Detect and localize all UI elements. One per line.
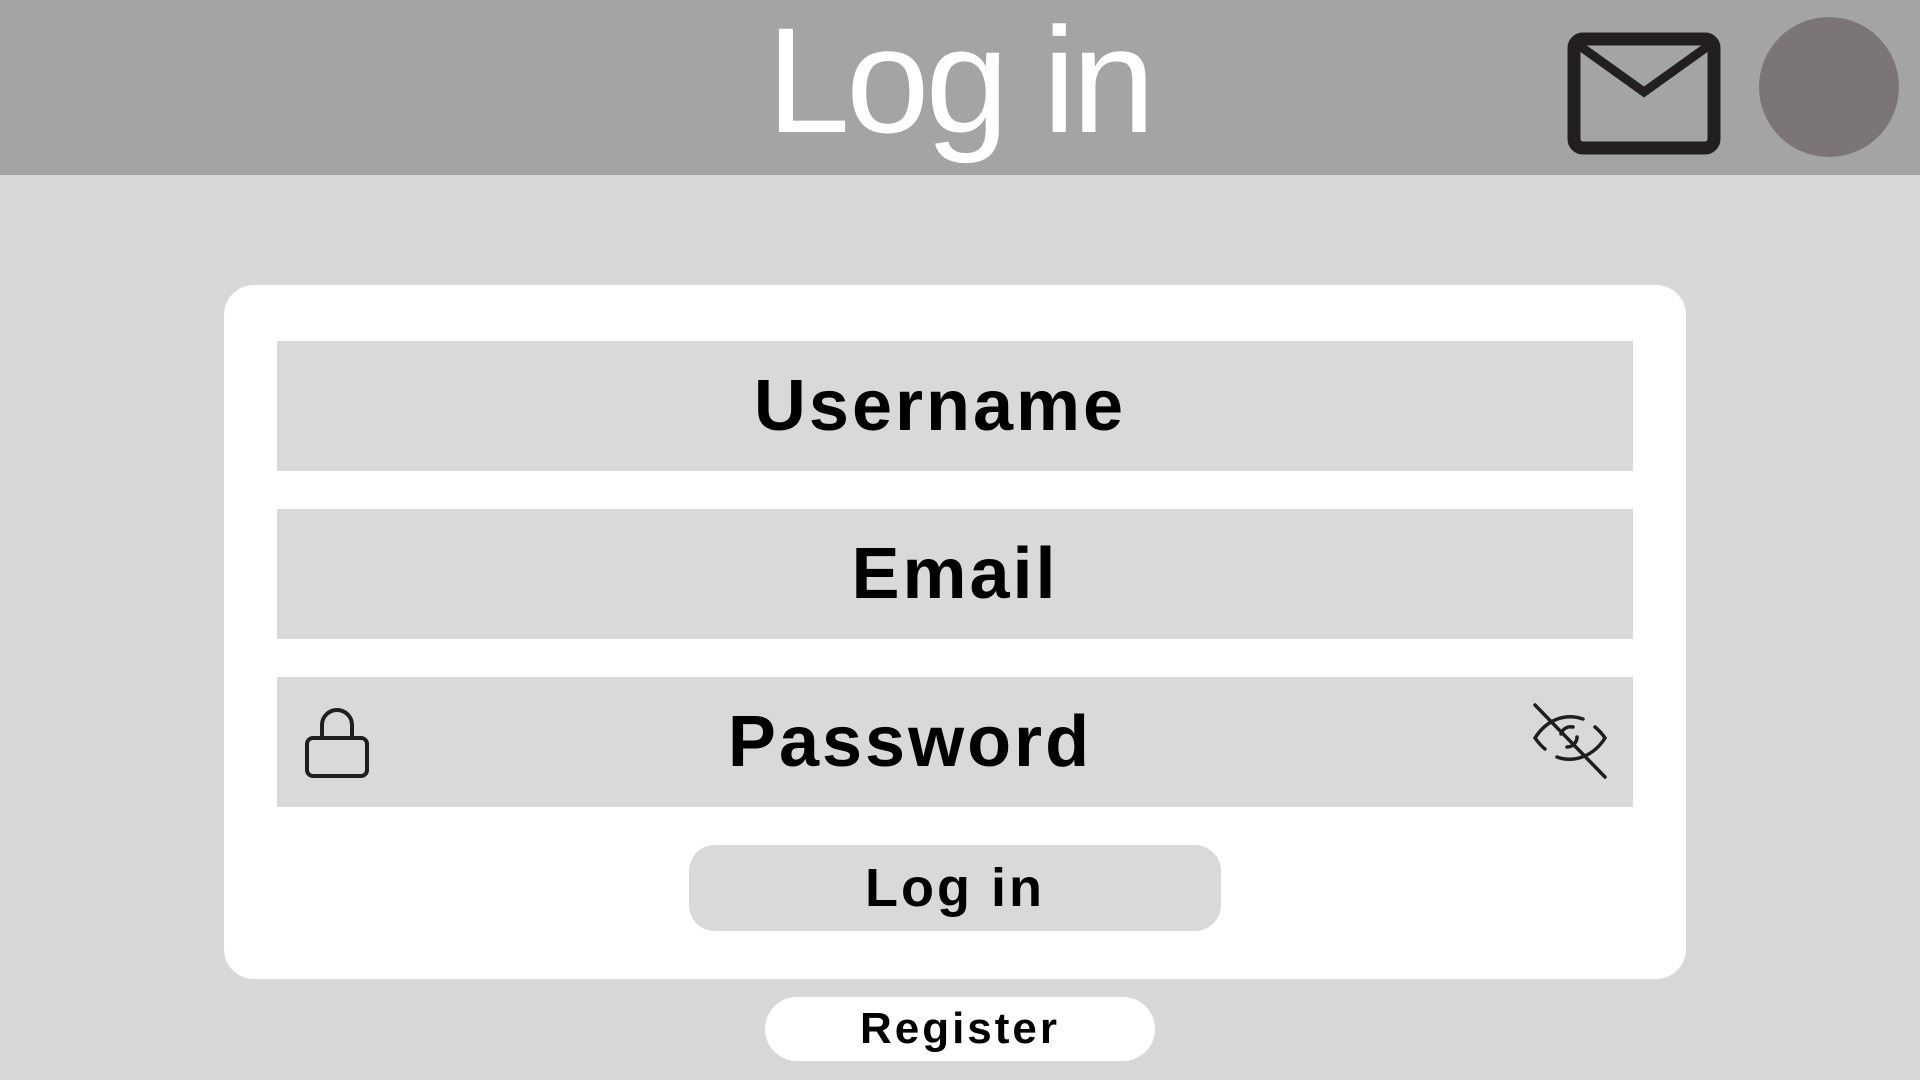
register-button[interactable]: Register (765, 997, 1155, 1061)
login-button[interactable]: Log in (689, 845, 1221, 931)
top-bar: Log in (0, 0, 1920, 175)
mail-icon[interactable] (1567, 32, 1721, 155)
login-card: Username Email Password Log in (224, 285, 1686, 979)
password-field[interactable]: Password (277, 677, 1633, 807)
eye-off-icon-graphic (1533, 703, 1608, 779)
username-field[interactable]: Username (277, 341, 1633, 471)
eye-off-icon[interactable] (1531, 701, 1609, 779)
mail-icon-graphic (1567, 32, 1721, 155)
password-placeholder: Password (727, 702, 1093, 782)
avatar[interactable] (1759, 17, 1899, 157)
email-placeholder: Email (851, 534, 1059, 614)
username-placeholder: Username (753, 366, 1127, 446)
page-title-text: Log in (766, 0, 1156, 164)
email-field[interactable]: Email (277, 509, 1633, 639)
